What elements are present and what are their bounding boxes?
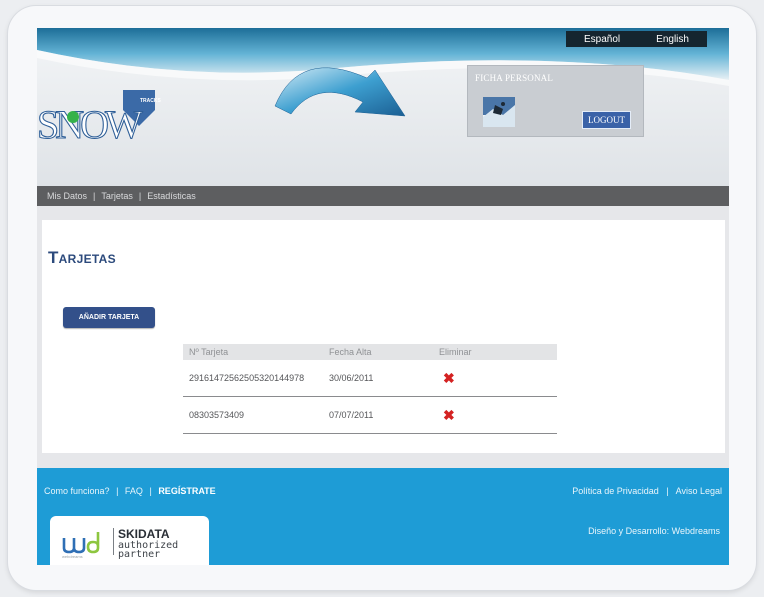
main-nav: Mis Datos | Tarjetas | Estadísticas: [37, 186, 729, 206]
footer-credits: Diseño y Desarrollo: Webdreams: [588, 526, 720, 536]
card-date: 07/07/2011: [329, 410, 374, 420]
footer-link-aviso-legal[interactable]: Aviso Legal: [676, 486, 722, 496]
logo-text: SNOW: [37, 102, 143, 147]
footer-separator: |: [116, 486, 119, 496]
footer-link-privacidad[interactable]: Política de Privacidad: [572, 486, 659, 496]
page-title: Tarjetas: [48, 248, 116, 267]
language-switcher: Español English: [566, 31, 707, 47]
lang-english[interactable]: English: [656, 34, 689, 45]
footer-separator: |: [149, 486, 152, 496]
profile-avatar: [483, 97, 515, 127]
delete-icon[interactable]: ✖: [439, 408, 455, 422]
footer-links-left: Como funciona? | FAQ | REGÍSTRATE: [44, 486, 216, 496]
webdreams-tagline: webdreams: [62, 554, 83, 559]
delete-icon[interactable]: ✖: [439, 371, 455, 385]
lang-espanol[interactable]: Español: [584, 34, 620, 45]
footer-separator: |: [666, 486, 669, 496]
table-row: 08303573409 07/07/2011 ✖: [183, 397, 557, 434]
footer-link-como-funciona[interactable]: Como funciona?: [44, 486, 110, 496]
nav-item-tarjetas[interactable]: Tarjetas: [101, 191, 133, 201]
table-header: Nº Tarjeta Fecha Alta Eliminar: [183, 344, 557, 360]
footer-link-registrate[interactable]: REGÍSTRATE: [158, 486, 215, 496]
footer-link-faq[interactable]: FAQ: [125, 486, 143, 496]
logo-badge: TRACKS: [140, 98, 161, 104]
table-row: 29161472562505320144978 30/06/2011 ✖: [183, 360, 557, 397]
nav-separator: |: [93, 191, 96, 201]
col-header-card: Nº Tarjeta: [189, 347, 229, 357]
snow-tracks-logo[interactable]: TRACKS SNOW: [37, 90, 167, 160]
col-header-date: Fecha Alta: [329, 347, 372, 357]
logout-button[interactable]: LOGOUT: [582, 111, 631, 129]
footer-links-right: Política de Privacidad | Aviso Legal: [572, 486, 722, 496]
nav-separator: |: [138, 191, 142, 201]
footer: Como funciona? | FAQ | REGÍSTRATE Políti…: [37, 468, 729, 565]
col-header-delete: Eliminar: [439, 347, 472, 357]
profile-panel: FICHA PERSONAL LOGOUT: [467, 65, 644, 137]
skidata-subtitle-line2: partner: [118, 549, 161, 560]
card-number: 08303573409: [189, 410, 245, 420]
main-content: Tarjetas AÑADIR TARJETA Nº Tarjeta Fecha…: [42, 220, 725, 453]
skidata-subtitle: authorized partner: [118, 541, 198, 560]
site: Español English TRACKS SNOW FICHA PERSON…: [37, 28, 729, 565]
skidata-brand: SKIDATA: [118, 527, 170, 541]
nav-item-estadisticas[interactable]: Estadísticas: [147, 191, 196, 201]
card-date: 30/06/2011: [329, 373, 374, 383]
skidata-partner-badge: webdreams SKIDATA authorized partner: [50, 516, 209, 565]
profile-title: FICHA PERSONAL: [475, 73, 554, 83]
cards-table: Nº Tarjeta Fecha Alta Eliminar 291614725…: [183, 344, 557, 434]
partner-divider: [113, 528, 114, 555]
add-card-button[interactable]: AÑADIR TARJETA: [63, 307, 155, 328]
nav-item-mis-datos[interactable]: Mis Datos: [47, 191, 87, 201]
header: Español English TRACKS SNOW FICHA PERSON…: [37, 28, 729, 186]
card-number: 29161472562505320144978: [189, 373, 305, 383]
webdreams-logo: [62, 532, 100, 554]
